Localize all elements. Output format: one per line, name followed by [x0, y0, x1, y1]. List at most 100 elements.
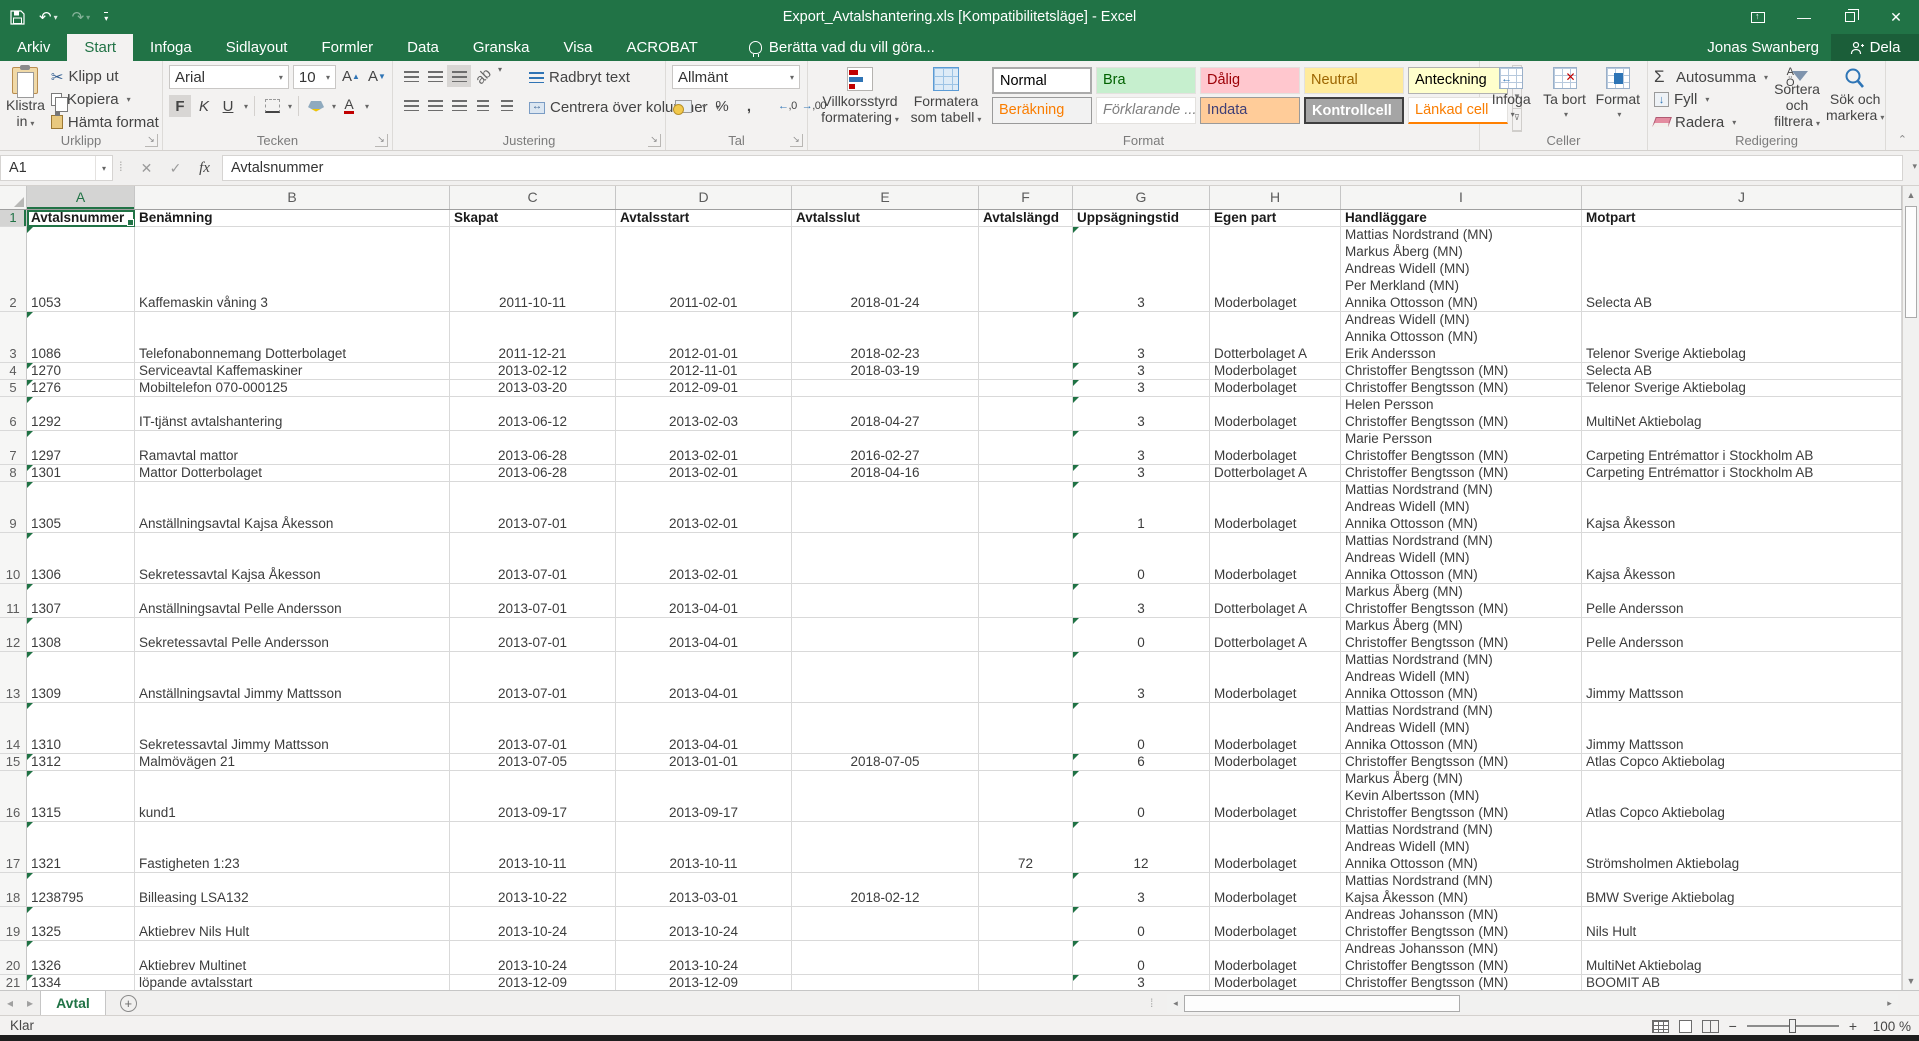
- cell-C4[interactable]: 2013-02-12: [450, 363, 616, 380]
- cell-J4[interactable]: Selecta AB: [1582, 363, 1902, 380]
- cell-I16[interactable]: Markus Åberg (MN)Kevin Albertsson (MN)Ch…: [1341, 771, 1582, 822]
- share-button[interactable]: Dela: [1831, 34, 1919, 61]
- orientation-dropdown[interactable]: ▾: [498, 65, 502, 87]
- cell-E14[interactable]: [792, 703, 979, 754]
- cell-J13[interactable]: Jimmy Mattsson: [1582, 652, 1902, 703]
- cell-A9[interactable]: 1305: [27, 482, 135, 533]
- cell-D5[interactable]: 2012-09-01: [616, 380, 792, 397]
- cell-F12[interactable]: [979, 618, 1073, 652]
- ribbon-display-options-button[interactable]: [1735, 0, 1781, 34]
- cell-J12[interactable]: Pelle Andersson: [1582, 618, 1902, 652]
- cell-B17[interactable]: Fastigheten 1:23: [135, 822, 450, 873]
- align-bottom-button[interactable]: [447, 65, 471, 87]
- cell-G5[interactable]: 3: [1073, 380, 1210, 397]
- cell-D4[interactable]: 2012-11-01: [616, 363, 792, 380]
- cell-C2[interactable]: 2011-10-11: [450, 227, 616, 312]
- cell-B21[interactable]: löpande avtalsstart: [135, 975, 450, 990]
- cell-B3[interactable]: Telefonabonnemang Dotterbolaget: [135, 312, 450, 363]
- cell-A14[interactable]: 1310: [27, 703, 135, 754]
- cell-C3[interactable]: 2011-12-21: [450, 312, 616, 363]
- cell-C7[interactable]: 2013-06-28: [450, 431, 616, 465]
- cell-C19[interactable]: 2013-10-24: [450, 907, 616, 941]
- cell-D16[interactable]: 2013-09-17: [616, 771, 792, 822]
- cell-G4[interactable]: 3: [1073, 363, 1210, 380]
- cell-I8[interactable]: Christoffer Bengtsson (MN): [1341, 465, 1582, 482]
- cell-E9[interactable]: [792, 482, 979, 533]
- column-header-J[interactable]: J: [1582, 186, 1902, 209]
- scroll-left-icon[interactable]: ◂: [1167, 994, 1184, 1013]
- cell-A1[interactable]: Avtalsnummer: [27, 210, 135, 227]
- row-header-19[interactable]: 19: [0, 907, 27, 941]
- cell-F19[interactable]: [979, 907, 1073, 941]
- cell-F16[interactable]: [979, 771, 1073, 822]
- horizontal-scrollbar[interactable]: ◂ ▸: [1167, 994, 1898, 1013]
- format-cells-button[interactable]: Format▾: [1593, 65, 1643, 132]
- page-layout-view-button[interactable]: [1679, 1020, 1692, 1033]
- tab-arkiv[interactable]: Arkiv: [0, 34, 67, 61]
- cell-C6[interactable]: 2013-06-12: [450, 397, 616, 431]
- cell-F14[interactable]: [979, 703, 1073, 754]
- borders-button[interactable]: [261, 95, 283, 117]
- scroll-right-icon[interactable]: ▸: [1881, 994, 1898, 1013]
- cell-style-dalig[interactable]: Dålig: [1200, 67, 1300, 94]
- sort-filter-button[interactable]: AÖ Sortera och filtrera▾: [1774, 65, 1820, 132]
- cell-H1[interactable]: Egen part: [1210, 210, 1341, 227]
- font-name-select[interactable]: Arial▾: [169, 65, 289, 89]
- cell-I10[interactable]: Mattias Nordstrand (MN)Andreas Widell (M…: [1341, 533, 1582, 584]
- cell-J10[interactable]: Kajsa Åkesson: [1582, 533, 1902, 584]
- row-header-17[interactable]: 17: [0, 822, 27, 873]
- cell-B14[interactable]: Sekretessavtal Jimmy Mattsson: [135, 703, 450, 754]
- underline-dropdown[interactable]: ▾: [244, 102, 248, 111]
- cell-I17[interactable]: Mattias Nordstrand (MN)Andreas Widell (M…: [1341, 822, 1582, 873]
- cell-E16[interactable]: [792, 771, 979, 822]
- comma-button[interactable]: ,: [738, 95, 760, 117]
- cell-H3[interactable]: Dotterbolaget A: [1210, 312, 1341, 363]
- cell-F10[interactable]: [979, 533, 1073, 584]
- cell-I11[interactable]: Markus Åberg (MN)Christoffer Bengtsson (…: [1341, 584, 1582, 618]
- cell-J16[interactable]: Atlas Copco Aktiebolag: [1582, 771, 1902, 822]
- cell-C20[interactable]: 2013-10-24: [450, 941, 616, 975]
- row-header-12[interactable]: 12: [0, 618, 27, 652]
- cell-C18[interactable]: 2013-10-22: [450, 873, 616, 907]
- vertical-scrollbar-thumb[interactable]: [1905, 206, 1917, 318]
- close-button[interactable]: ✕: [1873, 0, 1919, 34]
- row-header-8[interactable]: 8: [0, 465, 27, 482]
- sheet-nav-right-icon[interactable]: ▸: [27, 996, 33, 1010]
- cell-I12[interactable]: Markus Åberg (MN)Christoffer Bengtsson (…: [1341, 618, 1582, 652]
- page-break-view-button[interactable]: [1702, 1020, 1719, 1033]
- cell-J1[interactable]: Motpart: [1582, 210, 1902, 227]
- cell-F17[interactable]: 72: [979, 822, 1073, 873]
- column-header-F[interactable]: F: [979, 186, 1073, 209]
- cell-E21[interactable]: [792, 975, 979, 990]
- name-box[interactable]: A1 ▾: [0, 155, 113, 181]
- scroll-down-icon[interactable]: ▼: [1903, 972, 1919, 990]
- cell-F15[interactable]: [979, 754, 1073, 771]
- italic-button[interactable]: K: [193, 95, 215, 117]
- cell-D12[interactable]: 2013-04-01: [616, 618, 792, 652]
- cell-I5[interactable]: Christoffer Bengtsson (MN): [1341, 380, 1582, 397]
- accounting-format-button[interactable]: [672, 95, 694, 117]
- cell-D2[interactable]: 2011-02-01: [616, 227, 792, 312]
- increase-decimal-button[interactable]: ←,0: [778, 100, 797, 112]
- cell-B2[interactable]: Kaffemaskin våning 3: [135, 227, 450, 312]
- cell-C16[interactable]: 2013-09-17: [450, 771, 616, 822]
- align-center-button[interactable]: [423, 94, 447, 116]
- cell-H11[interactable]: Dotterbolaget A: [1210, 584, 1341, 618]
- zoom-in-button[interactable]: +: [1849, 1018, 1857, 1034]
- cell-J15[interactable]: Atlas Copco Aktiebolag: [1582, 754, 1902, 771]
- percent-button[interactable]: %: [711, 95, 733, 117]
- cell-style-kontrollcell[interactable]: Kontrollcell: [1304, 97, 1404, 124]
- cell-G11[interactable]: 3: [1073, 584, 1210, 618]
- cut-button[interactable]: ✂Klipp ut: [51, 67, 159, 87]
- cell-H7[interactable]: Moderbolaget: [1210, 431, 1341, 465]
- cell-G19[interactable]: 0: [1073, 907, 1210, 941]
- cell-H17[interactable]: Moderbolaget: [1210, 822, 1341, 873]
- cell-G12[interactable]: 0: [1073, 618, 1210, 652]
- zoom-slider[interactable]: [1747, 1025, 1839, 1027]
- row-header-7[interactable]: 7: [0, 431, 27, 465]
- tab-granska[interactable]: Granska: [456, 34, 547, 61]
- cell-B16[interactable]: kund1: [135, 771, 450, 822]
- cell-B13[interactable]: Anställningsavtal Jimmy Mattsson: [135, 652, 450, 703]
- cell-A11[interactable]: 1307: [27, 584, 135, 618]
- cell-I15[interactable]: Christoffer Bengtsson (MN): [1341, 754, 1582, 771]
